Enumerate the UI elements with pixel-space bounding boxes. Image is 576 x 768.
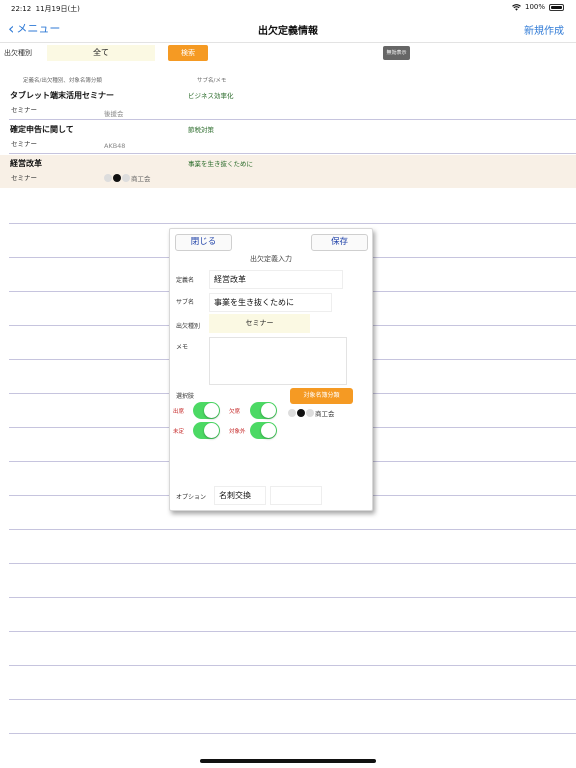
- empty-row-line: [9, 223, 576, 224]
- list-item[interactable]: タブレット端末活用セミナー セミナー 後援会 ビジネス効率化: [0, 87, 576, 120]
- filter-label: 出欠種別: [4, 49, 32, 57]
- toggle-excluded[interactable]: [250, 422, 277, 439]
- toggle-present[interactable]: [193, 402, 220, 419]
- show-invalid-button[interactable]: 無効表示: [383, 46, 410, 60]
- status-time: 22:12 11月19日(土): [11, 5, 80, 13]
- item-sub: 事業を生き抜くために: [188, 160, 253, 168]
- option-field-2[interactable]: [270, 486, 322, 505]
- dot-icon: [104, 174, 112, 182]
- item-kind: セミナー: [11, 140, 37, 148]
- empty-row-line: [9, 529, 576, 530]
- item-name: タブレット端末活用セミナー: [10, 91, 114, 100]
- list-item[interactable]: 確定申告に関して セミナー AKB48 節税対策: [0, 121, 576, 154]
- toggle-label-excluded: 対象外: [229, 429, 246, 435]
- empty-row-line: [9, 665, 576, 666]
- choices-label: 選択肢: [176, 393, 195, 400]
- option-label: オプション: [176, 494, 207, 501]
- column-header-sub: サブ名/メモ: [197, 78, 227, 84]
- toggle-label-undecided: 未定: [173, 429, 185, 435]
- item-sub: 節税対策: [188, 126, 214, 134]
- dot-icon: [288, 409, 296, 417]
- item-kind: セミナー: [11, 174, 37, 182]
- sub-field[interactable]: 事業を生き抜くために: [209, 293, 332, 312]
- battery-icon: [549, 3, 564, 11]
- new-button[interactable]: 新規作成: [524, 22, 564, 37]
- dot-icon: [122, 174, 130, 182]
- close-button[interactable]: 閉じる: [175, 234, 232, 251]
- home-indicator: [200, 759, 376, 763]
- kind-label: 出欠種別: [176, 323, 201, 330]
- filter-bar: 出欠種別 全て 検索 無効表示: [0, 43, 576, 65]
- item-target: 後援会: [104, 110, 124, 118]
- toggle-absent[interactable]: [250, 402, 277, 419]
- page-title: 出欠定義情報: [258, 26, 318, 37]
- memo-label: メモ: [176, 344, 189, 351]
- row-divider: [9, 153, 576, 154]
- definition-input-dialog: 閉じる 保存 出欠定義入力 定義名 経営改革 サブ名 事業を生き抜くために 出欠…: [169, 228, 373, 511]
- target-segment[interactable]: 商工会: [288, 408, 335, 418]
- battery-percent: 100%: [524, 3, 545, 11]
- dot-icon: [306, 409, 314, 417]
- item-kind: セミナー: [11, 106, 37, 114]
- wifi-icon: [512, 3, 521, 11]
- option-field[interactable]: 名刺交換: [214, 486, 266, 505]
- save-button[interactable]: 保存: [311, 234, 368, 251]
- item-name: 確定申告に関して: [10, 125, 74, 134]
- sub-label: サブ名: [176, 299, 195, 306]
- empty-row-line: [9, 563, 576, 564]
- item-target: 商工会: [131, 175, 151, 183]
- kind-select[interactable]: セミナー: [209, 314, 310, 333]
- empty-row-line: [9, 699, 576, 700]
- empty-row-line: [9, 631, 576, 632]
- toggle-undecided[interactable]: [193, 422, 220, 439]
- status-bar: 22:12 11月19日(土) 100%: [0, 0, 576, 14]
- item-name: 経営改革: [10, 159, 42, 168]
- empty-row-line: [9, 597, 576, 598]
- toggle-label-absent: 欠席: [229, 409, 241, 415]
- navigation-bar: ‹ メニュー 出欠定義情報 新規作成: [0, 14, 576, 43]
- toggle-label-present: 出席: [173, 409, 185, 415]
- dot-filled-icon: [297, 409, 305, 417]
- search-button[interactable]: 検索: [168, 45, 208, 61]
- name-field[interactable]: 経営改革: [209, 270, 343, 289]
- row-divider: [9, 119, 576, 120]
- name-label: 定義名: [176, 277, 195, 284]
- kind-filter-select[interactable]: 全て: [47, 45, 155, 61]
- item-target-segment: 商工会: [104, 173, 151, 183]
- list-header: 定義名/出欠種別、対象名簿分類 サブ名/メモ: [0, 74, 576, 86]
- dialog-title: 出欠定義入力: [250, 255, 292, 263]
- empty-row-line: [9, 733, 576, 734]
- memo-field[interactable]: [209, 337, 347, 385]
- column-header-name: 定義名/出欠種別、対象名簿分類: [23, 78, 102, 84]
- dot-filled-icon: [113, 174, 121, 182]
- target-category-button[interactable]: 対象名簿分類: [290, 388, 353, 404]
- item-sub: ビジネス効率化: [188, 92, 234, 100]
- list-item-selected[interactable]: 経営改革 セミナー 商工会 事業を生き抜くために: [0, 155, 576, 188]
- target-value: 商工会: [315, 410, 335, 418]
- status-right: 100%: [512, 3, 564, 11]
- item-target: AKB48: [104, 142, 126, 150]
